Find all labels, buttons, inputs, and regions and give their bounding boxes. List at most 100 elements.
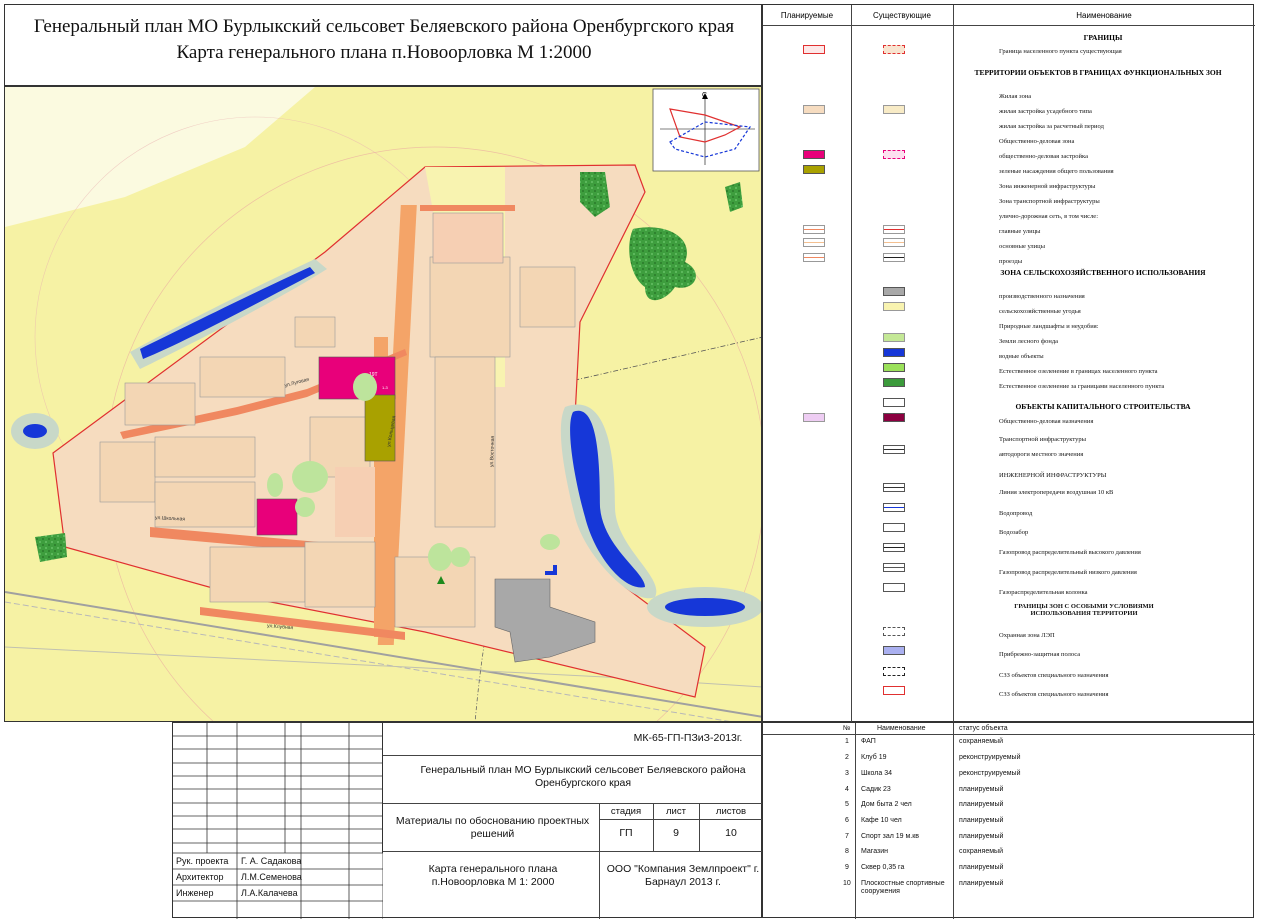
legend-item: Прибрежно-защитная полоса xyxy=(999,651,1081,658)
sheets-label: листов xyxy=(715,806,747,817)
legend-item: Естественное озеленение за границами нас… xyxy=(999,383,1165,390)
water-pond-south-east xyxy=(665,598,745,616)
object-status: планируемый xyxy=(959,833,1004,840)
building-label-1-3: 1-3 xyxy=(382,385,389,390)
object-num: 3 xyxy=(845,770,849,777)
object-status: планируемый xyxy=(959,880,1004,887)
legend-swatch-border-existing xyxy=(883,45,905,54)
legend-header-name: Наименование xyxy=(1076,11,1132,20)
master-plan-map: 19Т 1-3 ул.Луговая ул.Школьная ул.Клубна… xyxy=(5,87,761,721)
object-name: Магазин xyxy=(861,848,889,855)
legend-item: основные улицы xyxy=(999,243,1045,250)
sheet-value: 9 xyxy=(673,827,679,839)
materials-label: Материалы по обоснованию проектных решен… xyxy=(395,815,590,840)
legend-item: Охранная зона ЛЭП xyxy=(999,632,1055,639)
object-name: Кафе 10 чел xyxy=(861,817,902,824)
legend-item: Естественное озеленение в границах насел… xyxy=(999,368,1158,375)
company-label: ООО "Компания Землпроект" г. Барнаул 201… xyxy=(606,863,760,888)
object-status: планируемый xyxy=(959,801,1004,808)
legend-panel: Планируемые Существующие Наименование ГР… xyxy=(762,4,1255,723)
legend-item: автодороги местного значения xyxy=(999,451,1084,458)
legend-item: главные улицы xyxy=(999,228,1041,235)
object-status: сохраняемый xyxy=(959,848,1003,855)
object-name: Клуб 19 xyxy=(861,754,887,761)
legend-section-special: ГРАНИЦЫ ЗОН С ОСОБЫМИ УСЛОВИЯМИ ИСПОЛЬЗО… xyxy=(1014,603,1154,617)
object-num: 1 xyxy=(845,738,849,745)
legend-item: Водопровод xyxy=(999,510,1033,517)
water-pond-west xyxy=(23,424,47,438)
object-name: Школа 34 xyxy=(861,770,893,777)
role-label: Архитектор xyxy=(176,872,224,882)
legend-section-territories: ТЕРРИТОРИИ ОБЪЕКТОВ В ГРАНИЦАХ ФУНКЦИОНА… xyxy=(974,68,1222,77)
role-name: Л.А.Калачева xyxy=(241,888,298,898)
stage-value: ГП xyxy=(619,827,633,839)
legend-item: сельскохозяйственные угодья xyxy=(999,308,1081,315)
object-num: 2 xyxy=(845,754,849,761)
role-name: Г. А. Садакова xyxy=(241,856,302,866)
legend-item: Газопровод распределительный высокого да… xyxy=(999,549,1141,556)
object-name: Садик 23 xyxy=(861,786,891,793)
legend-section-agri: ЗОНА СЕЛЬСКОХОЗЯЙСТВЕННОГО ИСПОЛЬЗОВАНИЯ xyxy=(1000,268,1206,277)
title-stamp: Рук. проекта Г. А. Садакова Архитектор Л… xyxy=(172,722,763,919)
object-num: 7 xyxy=(845,833,849,840)
object-status: планируемый xyxy=(959,817,1004,824)
public-zone-school xyxy=(256,498,298,536)
object-status: реконструируемый xyxy=(959,754,1021,761)
legend-item: Зона инженерной инфраструктуры xyxy=(999,183,1096,190)
object-status: планируемый xyxy=(959,786,1004,793)
object-status: реконструируемый xyxy=(959,770,1021,777)
legend-item: водные объекты xyxy=(999,353,1044,360)
object-name: Дом быта 2 чел xyxy=(861,801,912,808)
water-intake-legend-icon xyxy=(883,523,905,532)
objects-header-name: Наименование xyxy=(877,725,926,732)
objects-header-num: № xyxy=(843,725,851,732)
legend-item: Линия электропередачи воздушная 10 кВ xyxy=(999,489,1114,496)
object-name: Сквер 0,35 га xyxy=(861,864,905,871)
role-label: Инженер xyxy=(176,888,214,898)
legend-item: Водозабор xyxy=(999,529,1029,536)
legend-item: СЗЗ объектов специального назначения xyxy=(999,691,1109,698)
stage-label: стадия xyxy=(610,806,642,817)
object-name: Плоскостные спортивные сооружения xyxy=(861,880,945,895)
project-title: Генеральный план МО Бурлыкский сельсовет… xyxy=(420,764,746,789)
object-name: ФАП xyxy=(861,738,876,745)
object-status: сохраняемый xyxy=(959,738,1003,745)
legend-item: Общественно-деловая зона xyxy=(999,138,1075,145)
legend-item: Жилая зона xyxy=(999,93,1032,100)
object-num: 6 xyxy=(845,817,849,824)
legend-item: общественно-деловая застройка xyxy=(999,153,1088,160)
map-title: Генеральный план МО Бурлыкский сельсовет… xyxy=(33,16,735,37)
legend-item: Граница населенного пункта существующая xyxy=(999,48,1122,55)
legend-item: жилая застройка усадебного типа xyxy=(999,108,1092,115)
street-label-vostochnaya: ул.Восточная xyxy=(489,436,496,468)
legend-item: Транспортной инфраструктуры xyxy=(999,436,1087,443)
legend-item: Природные ландшафты и неудобия: xyxy=(999,323,1099,330)
legend-section-capital: ОБЪЕКТЫ КАПИТАЛЬНОГО СТРОИТЕЛЬСТВА xyxy=(1015,402,1191,411)
objects-header-status: статус объекта xyxy=(959,725,1008,732)
legend-section-borders: ГРАНИЦЫ xyxy=(1083,33,1123,42)
legend-header-planned: Планируемые xyxy=(780,11,834,20)
legend-item: улично-дорожная сеть, в том числе: xyxy=(999,213,1098,220)
legend-item: Общественно-деловая назначения xyxy=(999,418,1094,425)
legend-section-engineering: ИНЖЕНЕРНОЙ ИНФРАСТРУКТУРЫ xyxy=(999,472,1107,479)
compass-north-label: С xyxy=(702,92,707,99)
object-status: планируемый xyxy=(959,864,1004,871)
object-num: 4 xyxy=(845,786,849,793)
map-subtitle: Карта генерального плана п.Новоорловка М… xyxy=(176,42,592,63)
legend-item: производственного назначения xyxy=(999,293,1085,300)
object-num: 8 xyxy=(845,848,849,855)
legend-item: зеленые насаждения общего пользования xyxy=(999,168,1114,175)
legend-item: Газопровод распределительный низкого дав… xyxy=(999,569,1137,576)
map-title-stamp: Карта генерального плана п.Новоорловка М… xyxy=(428,863,558,888)
map-canvas[interactable]: 19Т 1-3 ул.Луговая ул.Школьная ул.Клубна… xyxy=(4,86,762,722)
legend-item: Земли лесного фонда xyxy=(999,338,1059,345)
title-block: Генеральный план МО Бурлыкский сельсовет… xyxy=(4,4,762,86)
legend-swatch-border-planned xyxy=(803,45,825,54)
role-name: Л.М.Семенова xyxy=(241,872,302,882)
sheets-value: 10 xyxy=(725,827,737,839)
gas-column-legend-icon xyxy=(883,583,905,592)
legend-item: Зона транспортной инфраструктуры xyxy=(999,198,1100,205)
document-code: МК-65-ГП-ПЗиЗ-2013г. xyxy=(633,732,743,744)
object-num: 9 xyxy=(845,864,849,871)
legend-item: СЗЗ объектов специального назначения xyxy=(999,672,1109,679)
